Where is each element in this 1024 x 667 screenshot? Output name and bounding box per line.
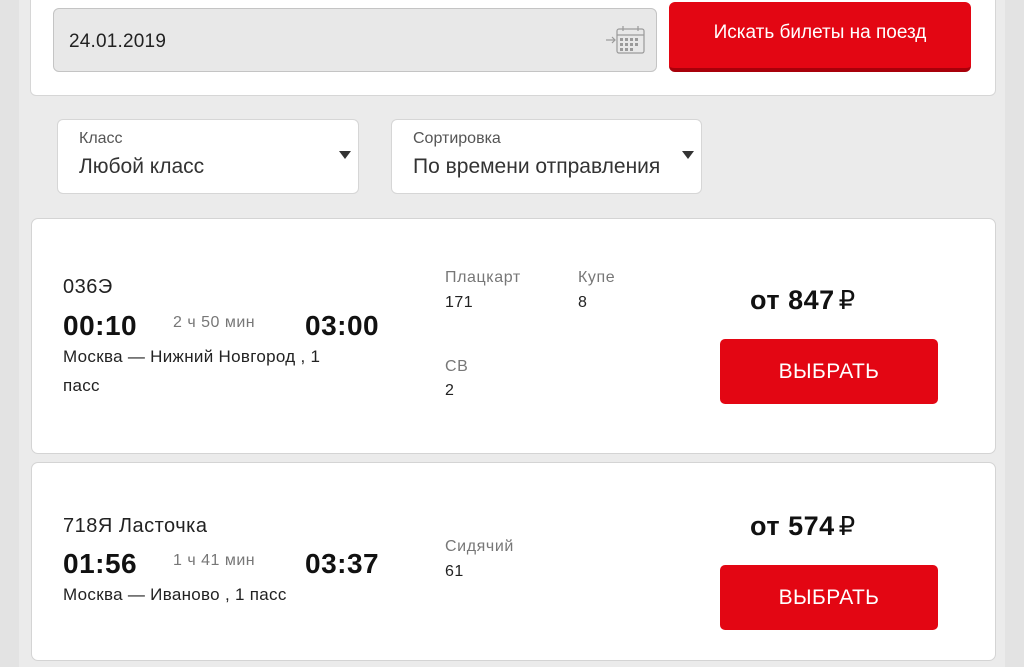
date-input[interactable]: 24.01.2019 [53,8,657,72]
route-line: пасс [63,376,100,395]
ruble-sign: ₽ [838,285,856,315]
trip-duration: 1 ч 41 мин [173,552,256,569]
route-line: Москва — Иваново , 1 пасс [63,585,287,604]
class-select[interactable]: Класс Любой класс [57,119,359,194]
class-select-label: Класс [79,130,123,147]
search-tickets-button[interactable]: Искать билеты на поезд [669,2,971,72]
dropdown-arrow-icon [682,151,694,159]
price-prefix: от [750,285,781,315]
seat-type-label: СВ [445,358,469,375]
price: от 847 ₽ [750,285,856,316]
seat-type-label: Купе [578,269,616,286]
train-number: 036Э [63,276,113,298]
right-margin [1005,0,1024,667]
left-margin [0,0,19,667]
departure-time: 01:56 [63,548,138,579]
calendar-icon[interactable] [604,25,646,55]
dropdown-arrow-icon [339,151,351,159]
class-select-value: Любой класс [79,155,205,178]
route: Москва — Нижний Новгород , 1 пасс [63,342,393,400]
sort-select-value: По времени отправления [413,155,661,178]
sort-select-label: Сортировка [413,130,501,147]
seat-count: 2 [445,382,455,399]
arrival-time: 03:37 [305,548,380,579]
seat-type-label: Сидячий [445,538,514,555]
train-card: 036Э 00:10 2 ч 50 мин 03:00 Москва — Ниж… [31,218,996,454]
train-number: 718Я Ласточка [63,515,208,537]
seat-count: 8 [578,294,588,311]
price: от 574 ₽ [750,511,856,542]
select-train-button[interactable]: ВЫБРАТЬ [720,339,938,404]
route: Москва — Иваново , 1 пасс [63,580,393,609]
price-value: 847 [788,285,835,315]
ruble-sign: ₽ [838,511,856,541]
select-train-button[interactable]: ВЫБРАТЬ [720,565,938,630]
arrival-time: 03:00 [305,310,380,341]
seat-count: 171 [445,294,474,311]
route-line: Москва — Нижний Новгород , 1 [63,347,321,366]
seat-type-label: Плацкарт [445,269,521,286]
price-prefix: от [750,511,781,541]
trip-duration: 2 ч 50 мин [173,314,256,331]
date-value: 24.01.2019 [69,31,167,52]
price-value: 574 [788,511,835,541]
seat-count: 61 [445,563,464,580]
train-card: 718Я Ласточка 01:56 1 ч 41 мин 03:37 Мос… [31,462,996,661]
sort-select[interactable]: Сортировка По времени отправления [391,119,702,194]
departure-time: 00:10 [63,310,138,341]
